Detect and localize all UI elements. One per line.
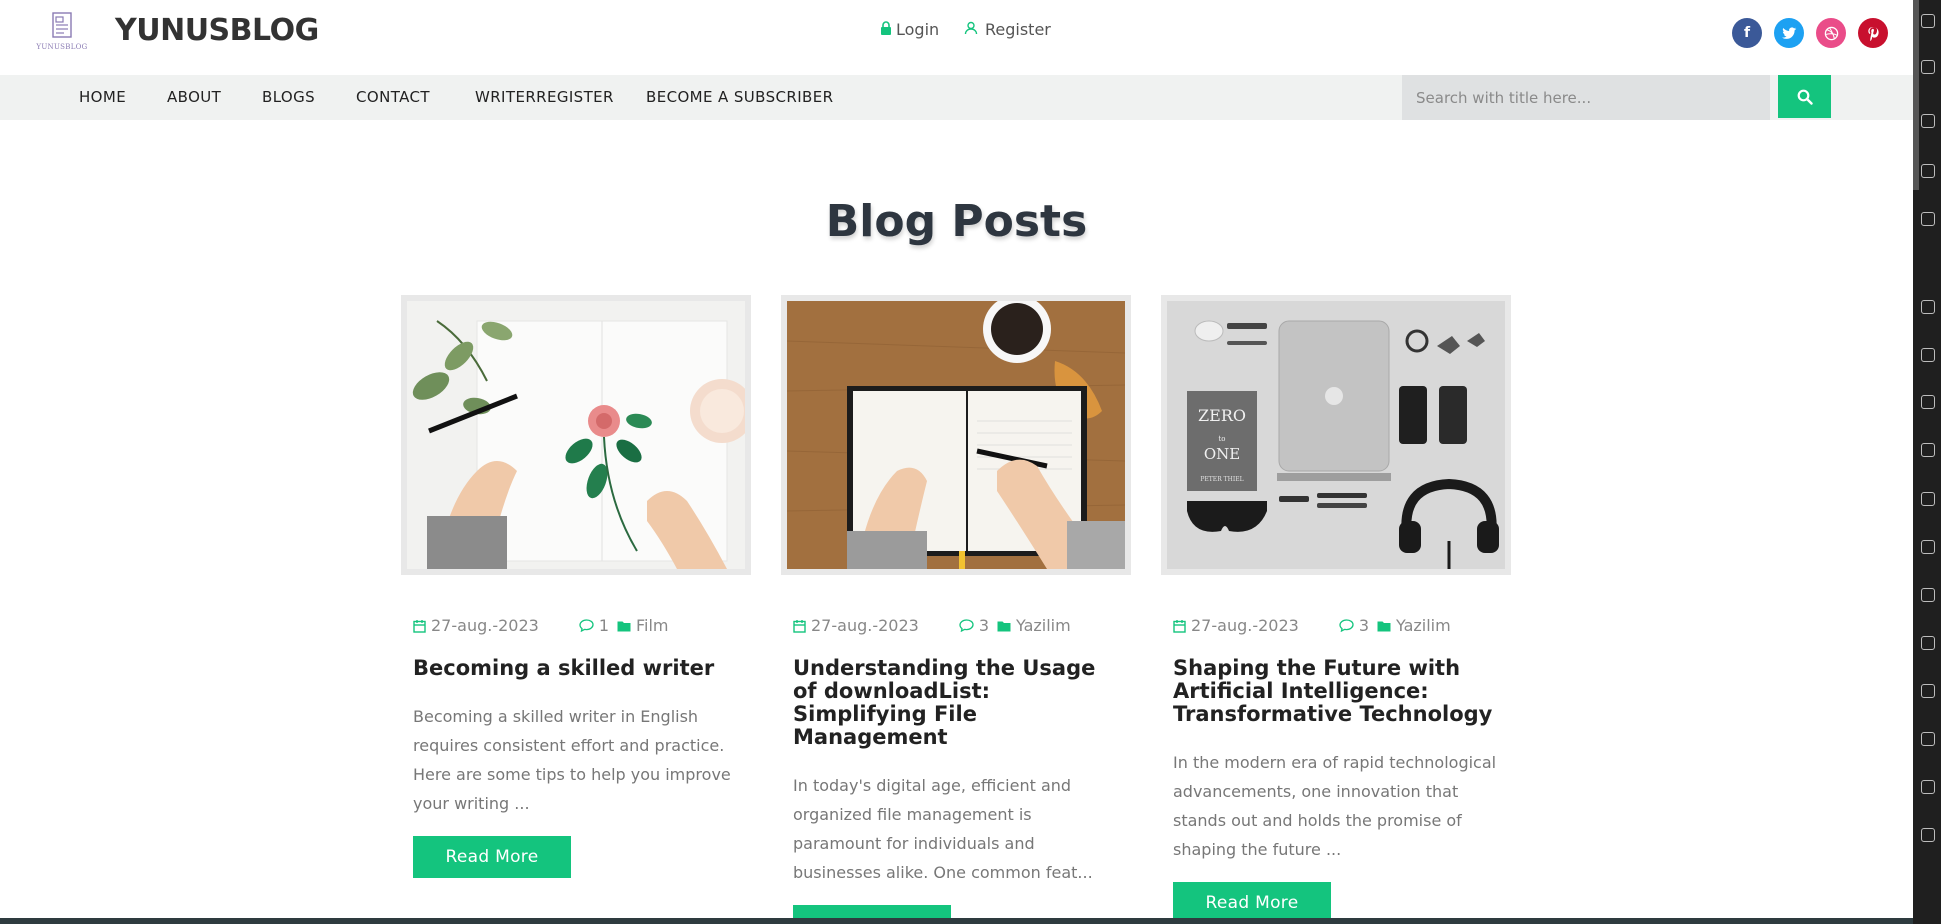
- panel-icon[interactable]: [1921, 588, 1935, 602]
- post-date: 27-aug.-2023: [1173, 616, 1299, 635]
- svg-text:to: to: [1218, 435, 1225, 443]
- panel-icon[interactable]: [1921, 828, 1935, 842]
- panel-icon[interactable]: [1921, 492, 1935, 506]
- main-nav: HOME ABOUT BLOGS CONTACT WRITERREGISTER …: [0, 75, 1913, 120]
- post-category[interactable]: Yazilim: [997, 616, 1071, 635]
- post-meta: 27-aug.-2023 3 Yazilim: [793, 616, 1131, 635]
- panel-icon[interactable]: [1921, 114, 1935, 128]
- nav-blogs[interactable]: BLOGS: [262, 88, 315, 106]
- login-link[interactable]: Login: [880, 20, 939, 39]
- logo-document-icon: [52, 12, 72, 38]
- panel-icon[interactable]: [1921, 164, 1935, 178]
- post-date: 27-aug.-2023: [793, 616, 919, 635]
- post-image[interactable]: [401, 295, 751, 575]
- panel-icon[interactable]: [1921, 395, 1935, 409]
- panel-icon[interactable]: [1921, 212, 1935, 226]
- calendar-icon: [413, 619, 426, 633]
- post-image[interactable]: ZERO to ONE PETER THIEL: [1161, 295, 1511, 575]
- post-title[interactable]: Becoming a skilled writer: [413, 657, 739, 680]
- lock-icon: [880, 20, 892, 39]
- svg-text:PETER THIEL: PETER THIEL: [1200, 476, 1243, 483]
- pinterest-icon[interactable]: [1858, 18, 1888, 48]
- brand-name[interactable]: YUNUSBLOG: [115, 13, 319, 48]
- blog-card: 27-aug.-2023 1 Film Becoming a skilled w…: [401, 295, 751, 878]
- dribbble-icon[interactable]: [1816, 18, 1846, 48]
- nav-about[interactable]: ABOUT: [167, 88, 221, 106]
- register-label: Register: [985, 20, 1051, 39]
- folder-icon: [997, 621, 1011, 631]
- facebook-icon[interactable]: f: [1732, 18, 1762, 48]
- post-title[interactable]: Shaping the Future with Artificial Intel…: [1173, 657, 1499, 726]
- search-input[interactable]: [1402, 75, 1770, 120]
- comment-icon: [959, 619, 974, 632]
- panel-icon[interactable]: [1921, 300, 1935, 314]
- nav-contact[interactable]: CONTACT: [356, 88, 430, 106]
- calendar-icon: [793, 619, 806, 633]
- search-button[interactable]: [1778, 75, 1831, 118]
- panel-icon[interactable]: [1921, 60, 1935, 74]
- read-more-button[interactable]: Read More: [413, 836, 571, 878]
- panel-icon[interactable]: [1921, 780, 1935, 794]
- post-category[interactable]: Film: [617, 616, 669, 635]
- post-meta: 27-aug.-2023 1 Film: [413, 616, 751, 635]
- panel-icon[interactable]: [1921, 636, 1935, 650]
- social-links: f: [1732, 18, 1888, 48]
- page-scrollbar[interactable]: [1913, 0, 1919, 190]
- post-category[interactable]: Yazilim: [1377, 616, 1451, 635]
- folder-icon: [1377, 621, 1391, 631]
- panel-icon[interactable]: [1921, 540, 1935, 554]
- post-meta: 27-aug.-2023 3 Yazilim: [1173, 616, 1511, 635]
- post-title[interactable]: Understanding the Usage of downloadList:…: [793, 657, 1119, 749]
- post-image[interactable]: [781, 295, 1131, 575]
- panel-icon[interactable]: [1921, 732, 1935, 746]
- register-link[interactable]: Register: [964, 20, 1051, 39]
- post-comments: 3: [959, 616, 989, 635]
- nav-home[interactable]: HOME: [79, 88, 126, 106]
- post-comments: 1: [579, 616, 609, 635]
- login-label: Login: [896, 20, 940, 39]
- blog-card: 27-aug.-2023 3 Yazilim Understanding the…: [781, 295, 1131, 924]
- comment-icon: [579, 619, 594, 632]
- search-icon: [1797, 89, 1813, 105]
- panel-icon[interactable]: [1921, 348, 1935, 362]
- twitter-icon[interactable]: [1774, 18, 1804, 48]
- panel-icon[interactable]: [1921, 14, 1935, 28]
- svg-text:ZERO: ZERO: [1198, 406, 1246, 425]
- calendar-icon: [1173, 619, 1186, 633]
- post-excerpt: In today's digital age, efficient and or…: [793, 776, 1093, 882]
- post-date: 27-aug.-2023: [413, 616, 539, 635]
- post-comments: 3: [1339, 616, 1369, 635]
- panel-icon[interactable]: [1921, 684, 1935, 698]
- post-excerpt: Becoming a skilled writer in English req…: [413, 707, 731, 813]
- post-excerpt: In the modern era of rapid technological…: [1173, 753, 1497, 859]
- taskbar-edge: [0, 918, 1913, 924]
- comment-icon: [1339, 619, 1354, 632]
- section-title: Blog Posts: [825, 196, 1088, 247]
- user-icon: [964, 21, 978, 39]
- svg-text:ONE: ONE: [1204, 445, 1240, 463]
- folder-icon: [617, 621, 631, 631]
- panel-icon[interactable]: [1921, 443, 1935, 457]
- blog-page: YUNUSBLOG YUNUSBLOG Login Register f HOM…: [0, 0, 1913, 924]
- top-header: YUNUSBLOG YUNUSBLOG Login Register f: [0, 0, 1913, 75]
- blog-card: ZERO to ONE PETER THIEL 27-aug.-2023 3 Y…: [1161, 295, 1511, 924]
- logo-caption: YUNUSBLOG: [36, 43, 88, 51]
- nav-become-subscriber[interactable]: BECOME A SUBSCRIBER: [646, 88, 833, 106]
- site-logo[interactable]: YUNUSBLOG: [28, 10, 96, 58]
- nav-writerregister[interactable]: WRITERREGISTER: [475, 88, 614, 106]
